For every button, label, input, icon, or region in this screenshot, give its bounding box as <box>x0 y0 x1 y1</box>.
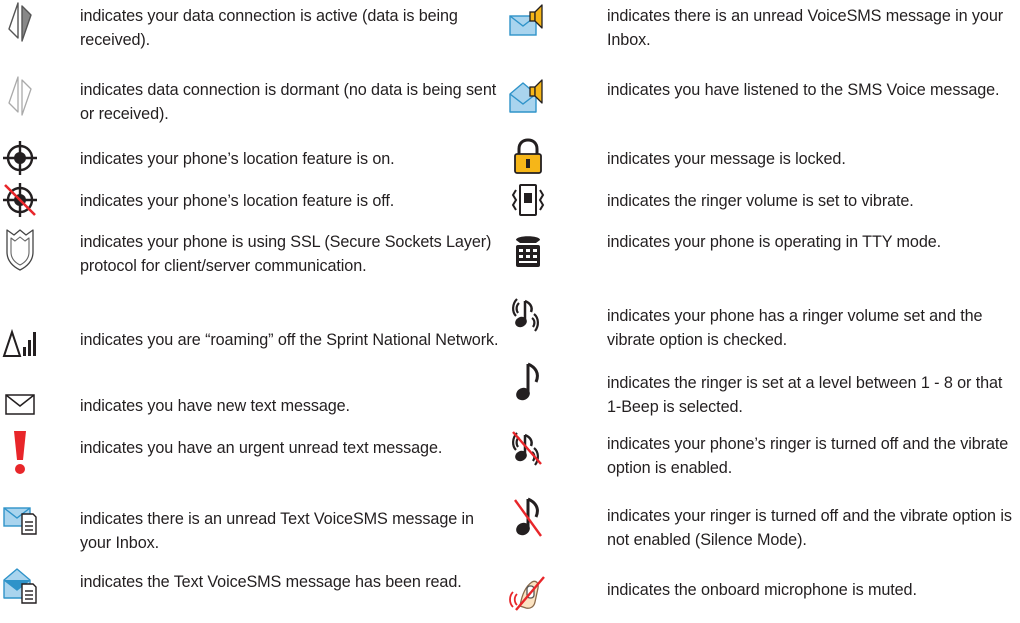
item-description: indicates your phone’s location feature … <box>80 150 395 168</box>
ringer-vibrate-icon <box>503 294 553 336</box>
roaming-icon <box>0 325 45 359</box>
new-text-message-icon <box>0 388 45 420</box>
read-text-voicesms-icon <box>0 566 45 604</box>
unread-text-voicesms-icon <box>0 500 45 536</box>
item-description: indicates your phone is operating in TTY… <box>607 233 942 251</box>
item-description: indicates the ringer volume is set to vi… <box>607 192 914 210</box>
tty-icon <box>503 228 553 272</box>
item-description: indicates your phone’s location feature … <box>80 192 395 210</box>
item-description: indicates there is an unread Text VoiceS… <box>80 510 474 552</box>
lock-icon <box>503 138 553 176</box>
location-on-icon <box>0 139 45 177</box>
data-dormant-icon <box>0 74 45 118</box>
ringer-note-icon <box>503 361 553 405</box>
item-description: indicates data connection is dormant (no… <box>80 81 497 123</box>
item-description: indicates you have listened to the SMS V… <box>607 81 1000 99</box>
vibrate-icon <box>503 182 553 218</box>
item-description: indicates you have new text message. <box>80 397 350 415</box>
unread-voicesms-icon <box>503 0 553 44</box>
urgent-message-icon <box>0 428 45 476</box>
item-description: indicates your data connection is active… <box>80 7 458 49</box>
location-off-icon <box>0 181 45 219</box>
item-description: indicates there is an unread VoiceSMS me… <box>607 7 1004 49</box>
listened-voicesms-icon <box>503 74 553 118</box>
item-description: indicates your phone’s ringer is turned … <box>607 435 1009 477</box>
data-active-icon <box>0 0 45 44</box>
silence-mode-icon <box>503 496 553 540</box>
item-description: indicates the Text VoiceSMS message has … <box>80 573 462 591</box>
item-description: indicates you are “roaming” off the Spri… <box>80 331 499 349</box>
item-description: indicates your message is locked. <box>607 150 846 168</box>
item-description: indicates your ringer is turned off and … <box>607 507 1012 549</box>
ssl-shield-icon <box>0 228 45 272</box>
item-description: indicates the onboard microphone is mute… <box>607 581 917 599</box>
mic-muted-icon <box>503 574 553 612</box>
item-description: indicates your phone is using SSL (Secur… <box>80 233 492 275</box>
item-description: indicates the ringer is set at a level b… <box>607 374 1003 416</box>
item-description: indicates your phone has a ringer volume… <box>607 307 983 349</box>
item-description: indicates you have an urgent unread text… <box>80 439 443 457</box>
ringer-off-vibrate-icon <box>503 428 553 470</box>
